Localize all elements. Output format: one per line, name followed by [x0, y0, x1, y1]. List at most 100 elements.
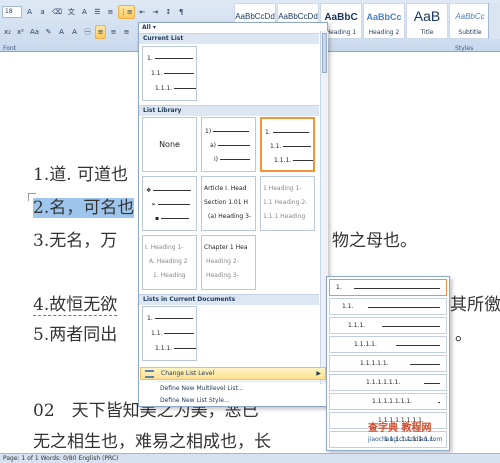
clear-format-icon[interactable]: ⌫	[50, 5, 64, 19]
library-tile-article[interactable]: Article I. Head Section 1.01 H (a) Headi…	[201, 176, 256, 231]
bullets-icon[interactable]: ☰	[92, 5, 103, 19]
menu-item-label: Change List Level	[161, 370, 215, 377]
list-level-option[interactable]: 1.	[329, 279, 447, 296]
align-right-icon[interactable]: ≡	[121, 25, 132, 39]
tile-line-label: 1.1.	[151, 70, 163, 77]
align-center-icon[interactable]: ≡	[108, 25, 119, 39]
list-level-option[interactable]: 1.1.1.1.	[329, 336, 447, 353]
styles-scroll[interactable]	[488, 3, 500, 39]
doc-line-text: 4.故恒无欲	[33, 295, 118, 316]
style-subtitle[interactable]: AaBbCc Subtitle	[449, 3, 491, 39]
library-tile-chapter[interactable]: Chapter 1 Hea Heading 2- Heading 3-	[201, 235, 256, 290]
doc-line-7[interactable]: 无之相生也，难易之相成也，长	[33, 427, 271, 452]
doc-line-text: 1.道. 可道也	[33, 165, 129, 185]
char-border-icon[interactable]: A	[79, 5, 90, 19]
style-name: Heading 2	[368, 29, 400, 36]
style-title[interactable]: AaB Title	[406, 3, 448, 39]
list-level-rule	[368, 307, 440, 308]
doc-line-4[interactable]: 4.故恒无欲	[33, 290, 118, 316]
current-docs-tile[interactable]: 1. 1.1. 1.1.1.	[142, 306, 197, 361]
tile-line-label: 1. Heading	[153, 272, 186, 279]
ribbon-row-bottom: x₂ x² Aa ✎ A A ㊀ ≡ ≡ ≡	[2, 24, 132, 40]
decrease-indent-icon[interactable]: ⇤	[137, 5, 148, 19]
style-heading-2[interactable]: AaBbCc Heading 2	[363, 3, 405, 39]
doc-line-1[interactable]: 1.道. 可道也	[33, 160, 128, 185]
list-level-label: 1.1.1.	[348, 322, 366, 329]
multilevel-list-icon[interactable]: ⋮≡	[117, 5, 135, 19]
current-list-tile[interactable]: 1. 1.1. 1.1.1.	[142, 46, 197, 101]
menu-item-label: Define New Multilevel List...	[160, 385, 244, 392]
highlight-icon[interactable]: ✎	[43, 25, 54, 39]
style-sample: AaB	[413, 8, 441, 24]
superscript-icon[interactable]: x²	[15, 25, 26, 39]
shrink-font-icon[interactable]: a	[37, 5, 48, 19]
list-level-option[interactable]: 1.1.1.1.1.1.1.	[329, 393, 447, 410]
doc-line-2[interactable]: 2.名，可名也	[33, 193, 135, 218]
ribbon-row-top: 18 A a ⌫ 文 A ☰ ≡ ⋮≡ ⇤ ⇥ ↕ ¶	[2, 4, 187, 20]
enclose-char-icon[interactable]: ㊀	[82, 25, 93, 39]
list-level-label: 1.1.	[342, 303, 354, 310]
tile-line-label: 1.	[147, 315, 153, 322]
show-marks-icon[interactable]: ¶	[176, 5, 187, 19]
tile-line-label: 1.	[147, 55, 153, 62]
library-tile-paren[interactable]: 1) a) i)	[201, 117, 256, 172]
list-level-option[interactable]: 1.1.1.1.1.	[329, 355, 447, 372]
submenu-arrow-icon: ▶	[316, 370, 321, 377]
list-level-icon	[145, 370, 154, 378]
style-sample: AaBbCcDd	[278, 12, 318, 21]
style-sample: AaBbCcDd	[235, 12, 275, 21]
doc-line-3[interactable]: 3.无名，万	[33, 226, 117, 251]
list-level-rule	[396, 345, 440, 346]
doc-line-5-tail: 。	[455, 325, 472, 345]
tile-line-label: 1 Heading 1-	[263, 185, 302, 192]
library-tile-numeric[interactable]: 1. 1.1. 1.1.1.	[260, 117, 315, 172]
current-list-header: Current List	[139, 33, 319, 44]
library-tile-roman[interactable]: I. Heading 1- A. Heading 2 1. Heading	[142, 235, 197, 290]
list-level-option[interactable]: 1.1.1.	[329, 317, 447, 334]
library-tile-none[interactable]: None	[142, 117, 197, 172]
define-list-style-item[interactable]: Define New List Style...	[140, 395, 326, 408]
tile-line-label: 1.1.	[151, 330, 163, 337]
tile-line-label: 1.1.1.	[274, 157, 292, 164]
doc-line-5[interactable]: 5.两者同出	[33, 320, 117, 345]
grow-font-icon[interactable]: A	[24, 5, 35, 19]
tile-line-label: Section 1.01 H	[204, 199, 248, 206]
style-sample: AaBbCc	[455, 12, 485, 21]
list-level-rule	[438, 402, 440, 403]
library-tile-heading-numbers[interactable]: 1 Heading 1- 1.1 Heading 2- 1.1.1 Headin…	[260, 176, 315, 231]
doc-line-3-tail: 物之母也。	[332, 231, 417, 251]
tile-line-label: ❖	[146, 187, 152, 194]
watermark-url: jiaocheng.chazidian.com	[368, 436, 443, 443]
change-list-level-item[interactable]: Change List Level ▶	[140, 367, 326, 380]
library-tile-bullets[interactable]: ❖ ➢ ▪	[142, 176, 197, 231]
tile-line-label: Heading 3-	[206, 272, 239, 279]
list-level-option[interactable]: 1.1.1.1.1.1.	[329, 374, 447, 391]
numbering-icon[interactable]: ≡	[105, 5, 116, 19]
tile-line-label: 1.1.1.	[155, 85, 173, 92]
sort-icon[interactable]: ↕	[163, 5, 174, 19]
change-case-icon[interactable]: Aa	[28, 25, 41, 39]
scroll-thumb[interactable]	[322, 33, 327, 73]
menu-filter-all[interactable]: All ▾	[142, 24, 156, 33]
subscript-icon[interactable]: x₂	[2, 25, 13, 39]
doc-line-4-tail: 其所徼	[450, 295, 500, 315]
watermark: 查字典 教程网 jiaocheng.chazidian.com	[368, 423, 500, 453]
font-color-icon[interactable]: A	[56, 25, 67, 39]
phonetic-icon[interactable]: 文	[66, 5, 77, 19]
tile-line-label: a)	[210, 142, 217, 149]
char-shading-icon[interactable]: A	[69, 25, 80, 39]
watermark-title: 查字典 教程网	[368, 423, 432, 434]
status-bar: Page: 1 of 1 Words: 0/80 English (PRC)	[0, 453, 500, 463]
increase-indent-icon[interactable]: ⇥	[150, 5, 161, 19]
list-level-label: 1.1.1.1.1.1.	[366, 379, 401, 386]
list-level-option[interactable]: 1.1.	[329, 298, 447, 315]
font-size-select[interactable]: 18	[2, 6, 22, 18]
doc-line-text: 5.两者同出	[33, 325, 118, 345]
menu-item-label: Define New List Style...	[160, 397, 230, 404]
tile-line-label: i)	[214, 156, 219, 163]
tile-line-label: Article I. Head	[204, 185, 247, 192]
tile-line-label: 1.1.1.	[155, 345, 173, 352]
align-left-icon[interactable]: ≡	[95, 25, 107, 39]
tile-line-label: 1.1 Heading 2-	[263, 199, 308, 206]
list-level-rule	[424, 383, 440, 384]
